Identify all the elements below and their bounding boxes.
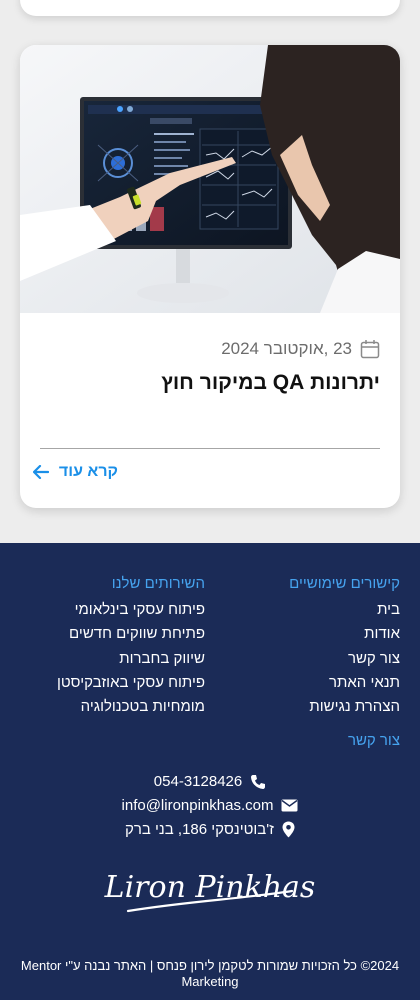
previous-article-card [20,0,400,16]
email-address: info@lironpinkhas.com [121,797,274,814]
footer-link-about[interactable]: אודות [289,622,400,646]
footer-link-terms[interactable]: תנאי האתר [289,671,400,695]
read-more-label: קרא עוד [58,463,118,480]
article-meta: 23 ,אוקטובר 2024 [221,339,380,359]
phone-icon [251,774,266,789]
footer-link-home[interactable]: בית [289,598,400,622]
article-title[interactable]: יתרונות QA במיקור חוץ [161,371,380,395]
service-link-marketing[interactable]: שיווק בחברות [57,647,205,671]
card-divider [40,448,380,449]
address-text: ז'בוטינסקי 186, בני ברק [125,821,274,838]
quick-links-column: קישורים שימושיים בית אודות צור קשר תנאי … [289,575,400,719]
service-link-technology[interactable]: מומחיות בטכנולוגיה [57,695,205,719]
article-date: 23 ,אוקטובר 2024 [221,339,352,358]
calendar-icon [360,340,380,359]
service-link-new-markets[interactable]: פתיחת שווקים חדשים [57,622,205,646]
contact-address[interactable]: ז'בוטינסקי 186, בני ברק [0,821,420,838]
arrow-left-icon [32,465,49,479]
phone-number: 054-3128426 [153,773,243,790]
site-footer: קישורים שימושיים בית אודות צור קשר תנאי … [0,543,420,1000]
article-image[interactable] [20,45,400,313]
contact-email[interactable]: info@lironpinkhas.com [0,797,420,814]
footer-link-accessibility[interactable]: הצהרת נגישות [289,695,400,719]
location-pin-icon [282,821,295,838]
mail-icon [281,799,298,812]
services-column: השירותים שלנו פיתוח עסקי בינלאומי פתיחת … [57,575,205,719]
copyright-text: 2024© כל הזכויות שמורות לטקמן לירון פנחס… [20,958,400,989]
read-more-link[interactable]: קרא עוד [32,463,118,481]
service-link-international[interactable]: פיתוח עסקי בינלאומי [57,598,205,622]
article-card[interactable]: 23 ,אוקטובר 2024 יתרונות QA במיקור חוץ ק… [20,45,400,508]
quick-links-heading: קישורים שימושיים [289,575,400,592]
services-heading: השירותים שלנו [111,575,205,592]
service-link-uzbekistan[interactable]: פיתוח עסקי באוזבקיסטן [57,671,205,695]
contact-phone[interactable]: 054-3128426 [0,773,420,790]
footer-link-contact[interactable]: צור קשר [289,647,400,671]
contact-heading: צור קשר [347,732,400,749]
footer-logo[interactable]: Liron Pinkhas [0,861,420,917]
